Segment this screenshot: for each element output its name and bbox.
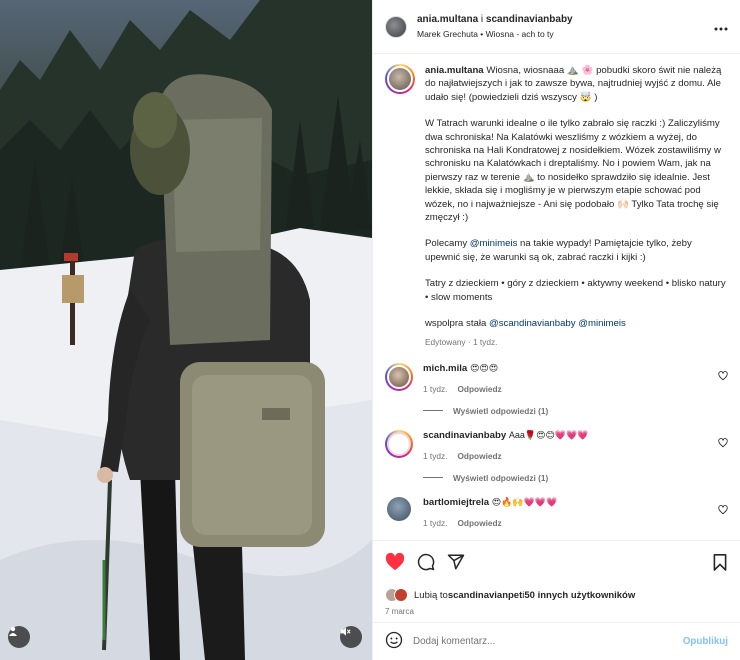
comment-input[interactable] <box>413 636 683 647</box>
caption-paragraph-5a: wspolpra stała <box>425 318 489 330</box>
comment-body: scandinavianbaby Aaa🌹😍😊💗💗💗 1 tydz. Odpowi… <box>423 430 728 461</box>
caption-meta: Edytowany · 1 tydz. <box>425 336 498 347</box>
comment-username[interactable]: bartlomiejtrela <box>423 497 489 508</box>
comment-text: 😍😍😍 <box>469 362 499 373</box>
caption-avatar[interactable] <box>385 64 415 94</box>
bookmark-icon <box>713 554 727 571</box>
audio-track[interactable]: Marek Grechuta • Wiosna - ach to ty <box>417 29 573 39</box>
heart-filled-icon <box>385 552 405 571</box>
likes-count-link[interactable]: 50 innych użytkowników <box>524 590 635 601</box>
heart-outline-icon <box>718 371 728 381</box>
post-photo[interactable] <box>0 0 372 660</box>
comment-item: mich.mila 😍😍😍 1 tydz. Odpowiedz <box>373 362 740 394</box>
likers-avatars[interactable] <box>385 588 408 602</box>
comment-username[interactable]: scandinavianbaby <box>423 430 506 441</box>
likes-summary: Lubią to scandinavianpet i 50 innych uży… <box>385 588 728 602</box>
caption: ania.multana Wiosna, wiosnaaa ⛰️ 🌸 pobud… <box>373 54 740 349</box>
post-modal: ania.multana i scandinavianbaby Marek Gr… <box>0 0 740 660</box>
comment-avatar[interactable] <box>385 362 413 391</box>
comment-button[interactable] <box>417 553 435 574</box>
post-sidebar: ania.multana i scandinavianbaby Marek Gr… <box>372 0 740 660</box>
mention-scandinavianbaby[interactable]: @scandinavianbaby <box>489 318 576 329</box>
like-button[interactable] <box>385 552 405 574</box>
publish-button[interactable]: Opublikuj <box>683 636 728 647</box>
liker-avatar <box>394 588 408 602</box>
emoji-picker-button[interactable] <box>385 631 403 652</box>
comment-time[interactable]: 1 tydz. <box>423 518 447 528</box>
author-avatar[interactable] <box>385 15 407 38</box>
mention-minimeis[interactable]: @minimeis <box>470 238 518 249</box>
comment-like-button[interactable] <box>718 371 728 384</box>
heart-outline-icon <box>718 438 728 448</box>
comment-text: Aaa🌹😍😊💗💗💗 <box>508 429 589 440</box>
replies-line <box>423 410 443 412</box>
save-button[interactable] <box>712 553 728 574</box>
reply-button[interactable]: Odpowiedz <box>457 451 501 461</box>
comment-time[interactable]: 1 tydz. <box>423 384 447 394</box>
post-date[interactable]: 7 marca <box>385 607 728 616</box>
caption-paragraph-4: Tatry z dzieckiem • góry z dzieckiem • a… <box>425 278 726 303</box>
caption-username[interactable]: ania.multana <box>425 65 484 76</box>
view-replies-button[interactable]: Wyświetl odpowiedzi (1) <box>423 406 740 416</box>
view-replies-button[interactable]: Wyświetl odpowiedzi (1) <box>423 473 740 483</box>
comment-time[interactable]: 1 tydz. <box>423 451 447 461</box>
heart-outline-icon <box>718 505 728 515</box>
more-options-button[interactable] <box>714 18 728 36</box>
comment-icon <box>417 553 435 571</box>
liker-username[interactable]: scandinavianpet <box>448 590 522 601</box>
replies-line <box>423 477 443 479</box>
tagged-users-button[interactable] <box>8 626 30 648</box>
collab-username[interactable]: scandinavianbaby <box>486 14 573 25</box>
comment-body: mich.mila 😍😍😍 1 tydz. Odpowiedz <box>423 363 728 394</box>
caption-paragraph-2: W Tatrach warunki idealne o ile tylko za… <box>425 118 721 224</box>
comment-like-button[interactable] <box>718 505 728 518</box>
photo-illustration <box>0 0 372 660</box>
header-text: ania.multana i scandinavianbaby Marek Gr… <box>417 14 573 39</box>
mention-minimeis-2[interactable]: @minimeis <box>578 318 626 329</box>
post-header: ania.multana i scandinavianbaby Marek Gr… <box>373 0 740 54</box>
reply-button[interactable]: Odpowiedz <box>457 518 501 528</box>
action-icons <box>385 552 728 574</box>
more-horizontal-icon <box>714 27 728 30</box>
share-button[interactable] <box>447 553 465 574</box>
header-usernames: ania.multana i scandinavianbaby <box>417 14 573 25</box>
header-conjunction: i <box>478 14 486 25</box>
comment-username[interactable]: mich.mila <box>423 363 467 374</box>
comment-body: bartlomiejtrela 😍🔥🙌💗💗💗 1 tydz. Odpowiedz <box>423 497 728 528</box>
action-bar: Lubią to scandinavianpet i 50 innych uży… <box>373 540 740 616</box>
comment-avatar[interactable] <box>385 429 413 458</box>
comment-text: 😍🔥🙌💗💗💗 <box>491 496 558 507</box>
comment-item: bartlomiejtrela 😍🔥🙌💗💗💗 1 tydz. Odpowiedz <box>373 496 740 528</box>
comments-scroll-area[interactable]: ania.multana Wiosna, wiosnaaa ⛰️ 🌸 pobud… <box>373 54 740 540</box>
caption-body: ania.multana Wiosna, wiosnaaa ⛰️ 🌸 pobud… <box>425 64 728 349</box>
likes-prefix: Lubią to <box>414 589 448 601</box>
comment-item: scandinavianbaby Aaa🌹😍😊💗💗💗 1 tydz. Odpowi… <box>373 429 740 461</box>
comment-composer: Opublikuj <box>373 622 740 660</box>
author-username[interactable]: ania.multana <box>417 14 478 25</box>
person-icon <box>9 626 17 636</box>
smiley-icon <box>385 631 403 649</box>
speaker-muted-icon <box>340 627 351 636</box>
send-icon <box>447 554 465 570</box>
view-replies-label: Wyświetl odpowiedzi (1) <box>453 405 549 416</box>
reply-button[interactable]: Odpowiedz <box>457 384 501 394</box>
comment-like-button[interactable] <box>718 438 728 451</box>
caption-paragraph-3a: Polecamy <box>425 238 470 250</box>
mute-button[interactable] <box>340 626 362 648</box>
comment-avatar[interactable] <box>387 496 411 521</box>
view-replies-label: Wyświetl odpowiedzi (1) <box>453 472 549 483</box>
